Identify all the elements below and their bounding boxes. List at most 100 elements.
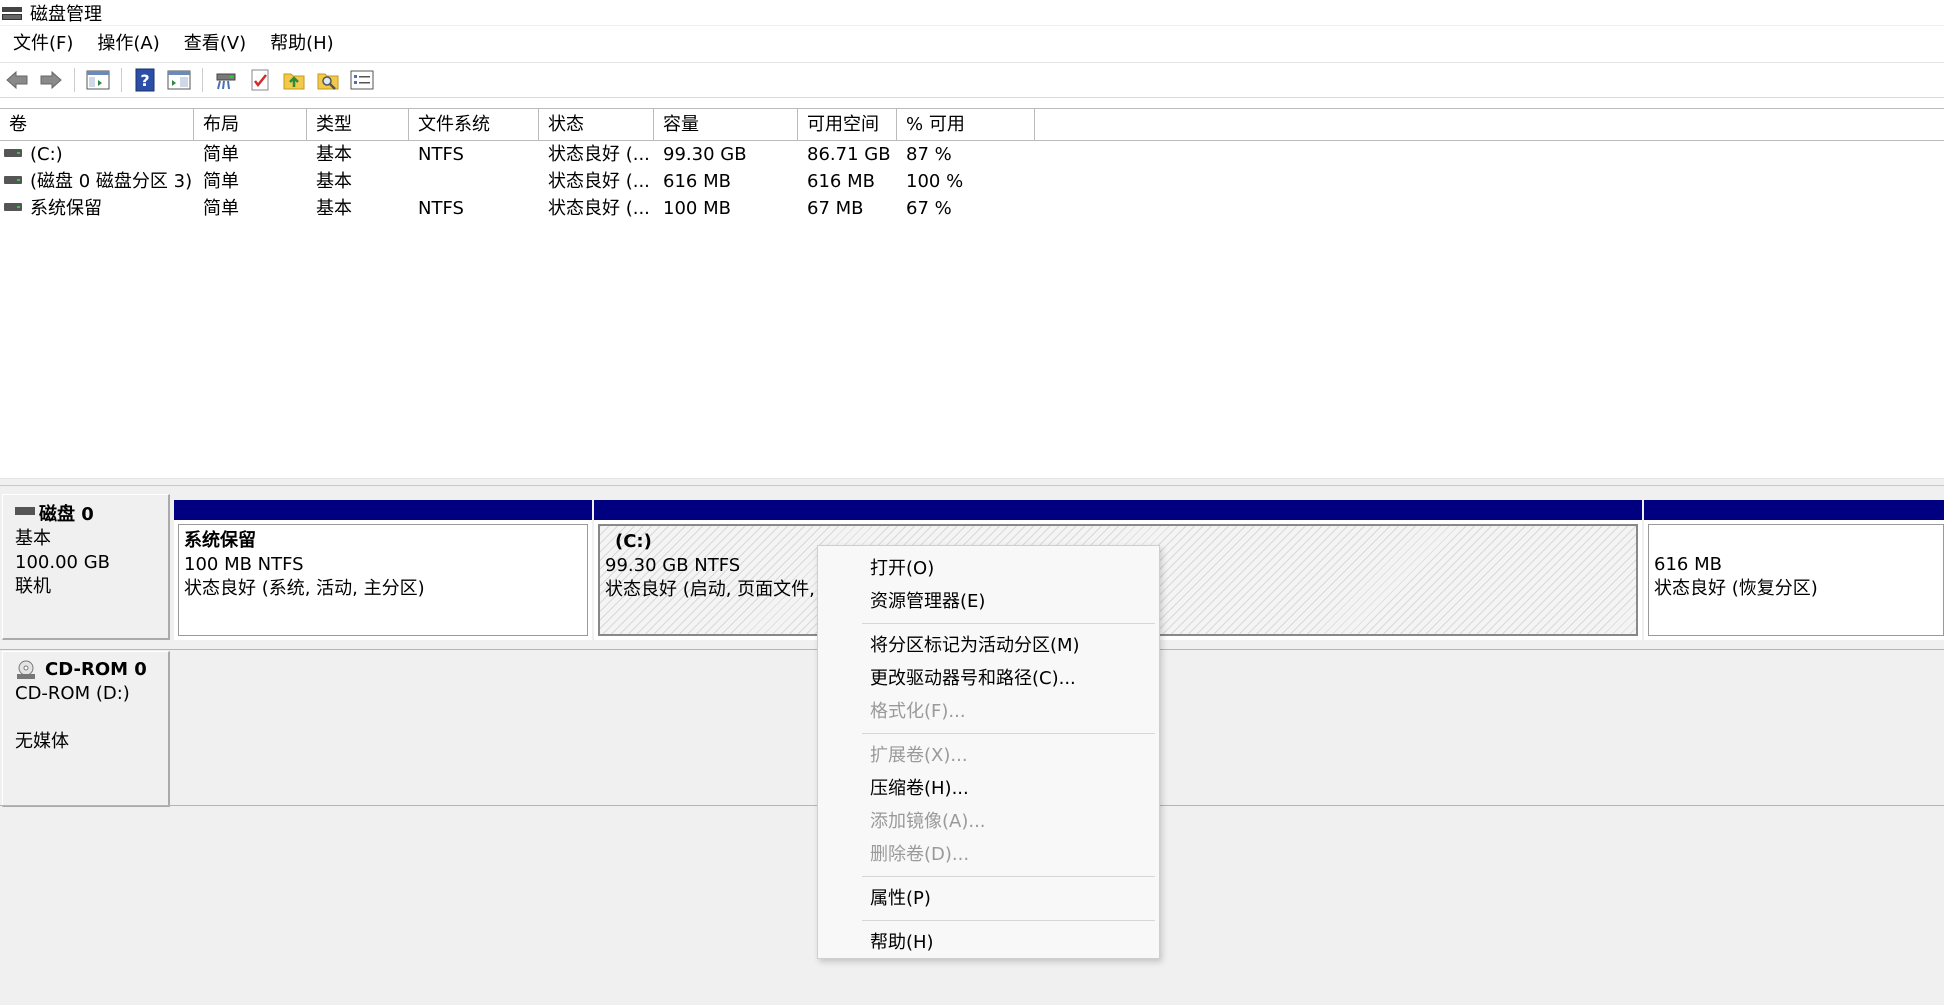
- connect-disk-icon[interactable]: [212, 66, 240, 94]
- menu-item-open[interactable]: 打开(O): [818, 552, 1159, 585]
- disk-0-label[interactable]: 磁盘 0 基本 100.00 GB 联机: [2, 494, 170, 640]
- cdrom-0-name: CD-ROM 0: [45, 659, 147, 680]
- partition-recovery-body: 616 MB 状态良好 (恢复分区): [1648, 524, 1944, 636]
- column-header-capacity[interactable]: 容量: [654, 109, 798, 141]
- partition-system-reserved[interactable]: 系统保留 100 MB NTFS 状态良好 (系统, 活动, 主分区): [174, 500, 592, 640]
- cdrom-0-spacer: [15, 706, 168, 730]
- cdrom-0-name-line: CD-ROM 0: [15, 658, 168, 682]
- checklist-icon[interactable]: [246, 66, 274, 94]
- volume-name: (C:): [30, 144, 63, 165]
- menu-file[interactable]: 文件(F): [0, 28, 85, 60]
- partition-type-bar: [174, 500, 592, 520]
- percent-free-cell: 87 %: [906, 144, 952, 165]
- disk-0-name: 磁盘 0: [39, 504, 94, 525]
- partition-name: 系统保留: [184, 530, 256, 551]
- menu-item-change-drive-letter[interactable]: 更改驱动器号和路径(C)...: [818, 662, 1159, 695]
- menu-separator: [862, 920, 1155, 921]
- layout-cell: 简单: [203, 198, 239, 219]
- forward-arrow-icon[interactable]: [37, 66, 65, 94]
- disk-0-state: 联机: [15, 576, 51, 597]
- filesystem-cell: NTFS: [418, 198, 464, 219]
- volume-cell: 系统保留: [0, 195, 194, 222]
- partition-size: 616 MB: [1654, 554, 1722, 575]
- volume-list-header: 卷 布局 类型 文件系统 状态 容量 可用空间 % 可用: [0, 109, 1944, 141]
- status-cell: 状态良好 (...: [548, 144, 650, 165]
- partition-type-bar: [1644, 500, 1944, 520]
- partition-status: 状态良好 (恢复分区): [1654, 578, 1818, 599]
- disk-0-size: 100.00 GB: [15, 552, 111, 573]
- table-row[interactable]: (磁盘 0 磁盘分区 3) 简单 基本 状态良好 (... 616 MB 616…: [0, 168, 1944, 195]
- table-row[interactable]: 系统保留 简单 基本 NTFS 状态良好 (... 100 MB 67 MB 6…: [0, 195, 1944, 222]
- menu-help[interactable]: 帮助(H): [258, 28, 346, 60]
- menu-separator: [862, 733, 1155, 734]
- pane-splitter[interactable]: [0, 478, 1944, 486]
- console-view-icon[interactable]: [84, 66, 112, 94]
- title-bar: 磁盘管理: [0, 0, 1944, 26]
- menu-item-shrink-volume[interactable]: 压缩卷(H)...: [818, 772, 1159, 805]
- column-header-volume[interactable]: 卷: [0, 109, 194, 141]
- table-row[interactable]: (C:) 简单 基本 NTFS 状态良好 (... 99.30 GB 86.71…: [0, 141, 1944, 168]
- menu-item-mark-active[interactable]: 将分区标记为活动分区(M): [818, 629, 1159, 662]
- menu-item-add-mirror: 添加镜像(A)...: [870, 811, 986, 832]
- settings-list-icon[interactable]: [348, 66, 376, 94]
- volume-name: 系统保留: [30, 198, 102, 219]
- volume-list: 卷 布局 类型 文件系统 状态 容量 可用空间 % 可用 (C:) 简单 基本 …: [0, 108, 1944, 480]
- free-space-cell: 616 MB: [807, 171, 875, 192]
- capacity-cell: 616 MB: [663, 171, 731, 192]
- column-header-layout[interactable]: 布局: [194, 109, 307, 141]
- filesystem-cell: [409, 168, 539, 195]
- volume-icon: [4, 203, 22, 211]
- menu-action[interactable]: 操作(A): [85, 28, 171, 60]
- disk-0-name-line: 磁盘 0: [15, 503, 168, 527]
- folder-up-icon[interactable]: [280, 66, 308, 94]
- layout-cell: 简单: [203, 171, 239, 192]
- help-icon[interactable]: ?: [131, 66, 159, 94]
- free-space-cell: 67 MB: [807, 198, 864, 219]
- volume-name: (磁盘 0 磁盘分区 3): [30, 171, 193, 192]
- partition-context-menu: 打开(O) 资源管理器(E) 将分区标记为活动分区(M) 更改驱动器号和路径(C…: [817, 545, 1160, 959]
- hard-disk-icon: [15, 507, 35, 515]
- back-arrow-icon[interactable]: [3, 66, 31, 94]
- column-header-free-space[interactable]: 可用空间: [798, 109, 897, 141]
- volume-cell: (磁盘 0 磁盘分区 3): [0, 168, 194, 195]
- menu-item-format: 格式化(F)...: [870, 701, 966, 722]
- column-header-filesystem[interactable]: 文件系统: [409, 109, 539, 141]
- type-cell: 基本: [316, 144, 352, 165]
- percent-free-cell: 100 %: [906, 171, 964, 192]
- menu-item-delete-volume: 删除卷(D)...: [870, 844, 970, 865]
- menu-item-explorer[interactable]: 资源管理器(E): [818, 585, 1159, 618]
- layout-cell: 简单: [203, 144, 239, 165]
- cdrom-0-media: 无媒体: [15, 731, 69, 752]
- menu-item-help[interactable]: 帮助(H): [818, 926, 1159, 959]
- menu-item-extend-volume: 扩展卷(X)...: [870, 745, 968, 766]
- status-cell: 状态良好 (...: [548, 198, 650, 219]
- column-header-percent-free[interactable]: % 可用: [897, 109, 1035, 141]
- filesystem-cell: NTFS: [418, 144, 464, 165]
- cd-drive-icon: [15, 659, 37, 681]
- partition-recovery[interactable]: 616 MB 状态良好 (恢复分区): [1644, 500, 1944, 640]
- svg-text:?: ?: [140, 71, 149, 90]
- toolbar-separator: [121, 68, 122, 92]
- cdrom-0-label[interactable]: CD-ROM 0 CD-ROM (D:) 无媒体: [2, 651, 170, 807]
- menu-separator: [862, 623, 1155, 624]
- partition-status: 状态良好 (系统, 活动, 主分区): [184, 578, 425, 599]
- column-header-type[interactable]: 类型: [307, 109, 409, 141]
- menu-separator: [862, 876, 1155, 877]
- capacity-cell: 99.30 GB: [663, 144, 747, 165]
- toolbar-separator: [74, 68, 75, 92]
- partition-type-bar: [594, 500, 1642, 520]
- type-cell: 基本: [316, 171, 352, 192]
- disk-0-type: 基本: [15, 528, 51, 549]
- partition-size: 100 MB NTFS: [184, 554, 304, 575]
- menu-view[interactable]: 查看(V): [172, 28, 258, 60]
- disk-management-app-icon: [2, 4, 24, 22]
- menu-item-properties[interactable]: 属性(P): [818, 882, 1159, 915]
- properties-pane-icon[interactable]: [165, 66, 193, 94]
- column-header-status[interactable]: 状态: [539, 109, 654, 141]
- volume-icon: [4, 176, 22, 184]
- volume-cell: (C:): [0, 141, 194, 168]
- type-cell: 基本: [316, 198, 352, 219]
- free-space-cell: 86.71 GB: [807, 144, 891, 165]
- search-folder-icon[interactable]: [314, 66, 342, 94]
- window-title: 磁盘管理: [30, 3, 102, 25]
